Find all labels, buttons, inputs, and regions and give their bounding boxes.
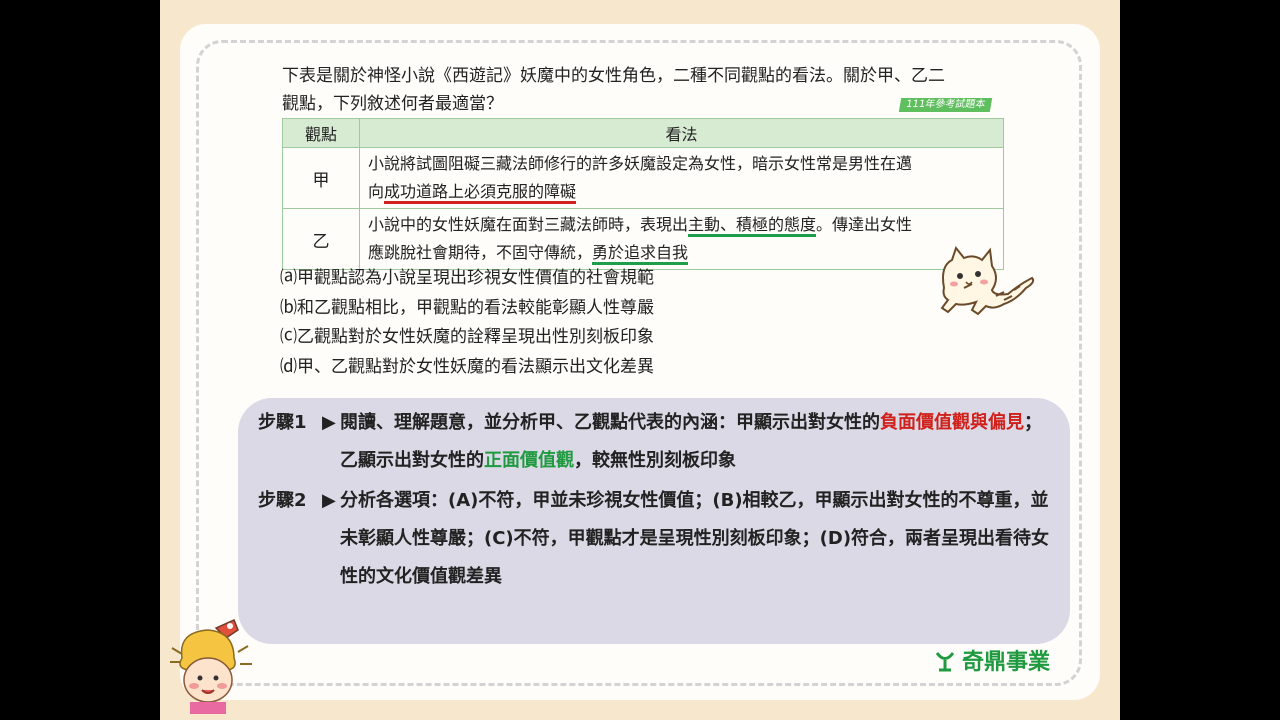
girl-illustration — [170, 618, 252, 714]
row-yi-line-2: 應跳脫社會期待，不固守傳統，勇於追求自我 — [368, 239, 995, 267]
table-row: 甲 小說將試圖阻礙三藏法師修行的許多妖魔設定為女性，暗示女性常是男性在邁 向成功… — [282, 147, 1004, 209]
header-opinion: 看法 — [359, 118, 1004, 148]
step-2-text: 分析各選項：(A)不符，甲並未珍視女性價值；(B)相較乙，甲顯示出對女性的不尊重… — [340, 490, 1050, 587]
step-1-negative-highlight: 負面價值觀與偏見 — [880, 412, 1024, 433]
option-b[interactable]: ⒝和乙觀點相比，甲觀點的看法較能彰顯人性尊嚴 — [280, 294, 654, 324]
row-label-yi: 乙 — [282, 208, 360, 270]
option-a[interactable]: ⒜甲觀點認為小說呈現出珍視女性價值的社會規範 — [280, 264, 654, 294]
source-badge: 111年參考試題本 — [898, 98, 993, 112]
answer-options: ⒜甲觀點認為小說呈現出珍視女性價值的社會規範 ⒝和乙觀點相比，甲觀點的看法較能彰… — [280, 264, 654, 382]
step-2: 步驟2 ▶ 分析各選項：(A)不符，甲並未珍視女性價值；(B)相較乙，甲顯示出對… — [258, 482, 1058, 596]
table-row: 乙 小說中的女性妖魔在面對三藏法師時，表現出主動、積極的態度。傳達出女性 應跳脫… — [282, 208, 1004, 270]
row-yi-line-1-start: 小說中的女性妖魔在面對三藏法師時，表現出 — [368, 215, 689, 234]
question-line-1: 下表是關於神怪小說《西遊記》妖魔中的女性角色，二種不同觀點的看法。關於甲、乙二 — [282, 66, 945, 86]
publisher-logo: 奇鼎事業 — [934, 644, 1051, 675]
row-text-jia: 小說將試圖阻礙三藏法師修行的許多妖魔設定為女性，暗示女性常是男性在邁 向成功道路… — [359, 147, 1004, 209]
viewpoint-table: 觀點 看法 甲 小說將試圖阻礙三藏法師修行的許多妖魔設定為女性，暗示女性常是男性… — [282, 118, 1004, 270]
option-c[interactable]: ⒞乙觀點對於女性妖魔的詮釋呈現出性別刻板印象 — [280, 323, 654, 353]
row-label-jia: 甲 — [282, 147, 360, 209]
step-1-text: 閱讀、理解題意，並分析甲、乙觀點代表的內涵：甲顯示出對女性的負面價值觀與偏見；乙… — [340, 404, 1052, 480]
underlined-obstacle: 成功道路上必須克服的障礙 — [384, 182, 577, 204]
row-jia-line-1: 小說將試圖阻礙三藏法師修行的許多妖魔設定為女性，暗示女性常是男性在邁 — [368, 154, 913, 173]
step-1-part-1: 閱讀、理解題意，並分析甲、乙觀點代表的內涵：甲顯示出對女性的 — [340, 412, 880, 433]
step-1-part-3: ，較無性別刻板印象 — [574, 450, 736, 471]
step-1: 步驟1 ▶ 閱讀、理解題意，並分析甲、乙觀點代表的內涵：甲顯示出對女性的負面價值… — [258, 404, 1058, 480]
logo-icon — [935, 652, 955, 672]
cat-illustration — [940, 245, 1035, 316]
underlined-active-attitude: 主動、積極的態度 — [688, 215, 817, 237]
table-header-row: 觀點 看法 — [282, 118, 1004, 148]
step-1-positive-highlight: 正面價值觀 — [484, 450, 574, 471]
step-1-arrow-icon: ▶ — [322, 412, 336, 433]
row-yi-line-1-end: 。傳達出女性 — [816, 215, 913, 234]
option-d[interactable]: ⒟甲、乙觀點對於女性妖魔的看法顯示出文化差異 — [280, 353, 654, 383]
step-1-label: 步驟1 — [258, 412, 307, 433]
header-viewpoint: 觀點 — [282, 118, 360, 148]
row-yi-line-2-start: 應跳脫社會期待，不固守傳統， — [368, 243, 593, 262]
row-jia-line-2-start: 向 — [368, 182, 385, 201]
row-text-yi: 小說中的女性妖魔在面對三藏法師時，表現出主動、積極的態度。傳達出女性 應跳脫社會… — [359, 208, 1004, 270]
row-jia-line-2: 向成功道路上必須克服的障礙 — [368, 178, 995, 206]
step-2-arrow-icon: ▶ — [322, 490, 336, 511]
row-yi-line-1: 小說中的女性妖魔在面對三藏法師時，表現出主動、積極的態度。傳達出女性 — [368, 211, 995, 239]
step-2-label: 步驟2 — [258, 490, 307, 511]
underlined-pursue-self: 勇於追求自我 — [592, 243, 689, 265]
logo-text: 奇鼎事業 — [962, 650, 1051, 675]
